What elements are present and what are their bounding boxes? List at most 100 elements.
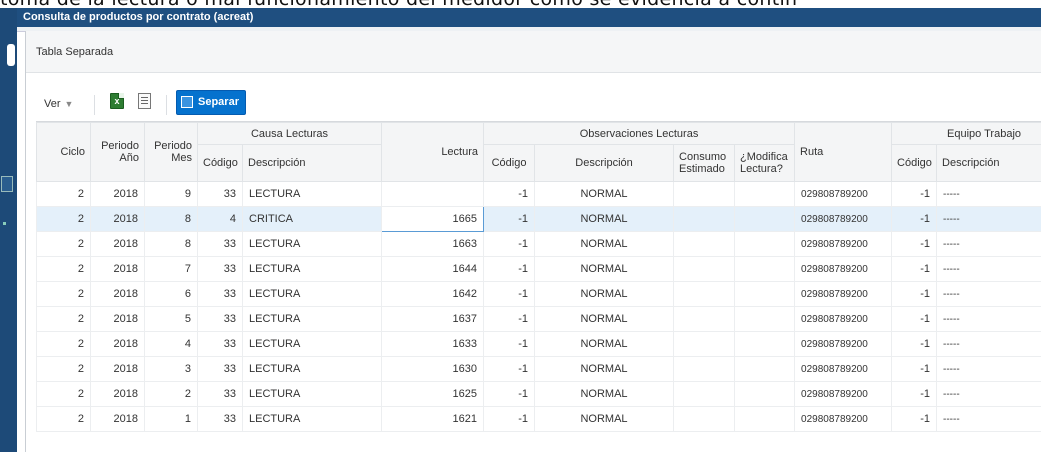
cell-equipo-descripcion[interactable]: ----- [937, 407, 1041, 432]
cell-causa-descripcion[interactable]: LECTURA [243, 307, 382, 332]
cell-equipo-codigo[interactable]: -1 [892, 182, 937, 207]
cell-periodo-anio[interactable]: 2018 [91, 407, 145, 432]
cell-periodo-anio[interactable]: 2018 [91, 282, 145, 307]
separar-button[interactable]: Separar [176, 90, 246, 115]
cell-modifica-lectura[interactable] [735, 182, 795, 207]
cell-obs-codigo[interactable]: -1 [484, 207, 535, 232]
cell-lectura[interactable]: 1663 [382, 232, 484, 257]
cell-equipo-descripcion[interactable]: ----- [937, 382, 1041, 407]
cell-lectura[interactable] [382, 182, 484, 207]
cell-consumo-estimado[interactable] [674, 257, 735, 282]
cell-ciclo[interactable]: 2 [37, 357, 91, 382]
cell-lectura[interactable]: 1633 [382, 332, 484, 357]
cell-obs-codigo[interactable]: -1 [484, 382, 535, 407]
cell-ruta[interactable]: 029808789200 [795, 282, 892, 307]
cell-consumo-estimado[interactable] [674, 232, 735, 257]
cell-modifica-lectura[interactable] [735, 307, 795, 332]
cell-consumo-estimado[interactable] [674, 282, 735, 307]
cell-lectura[interactable]: 1642 [382, 282, 484, 307]
cell-ciclo[interactable]: 2 [37, 232, 91, 257]
cell-modifica-lectura[interactable] [735, 407, 795, 432]
column-header-equipo-descripcion[interactable]: Descripción [937, 145, 1041, 182]
cell-periodo-anio[interactable]: 2018 [91, 357, 145, 382]
cell-equipo-descripcion[interactable]: ----- [937, 232, 1041, 257]
cell-obs-descripcion[interactable]: NORMAL [535, 382, 674, 407]
column-header-periodo-anio[interactable]: Periodo Año [91, 123, 145, 182]
cell-causa-codigo[interactable]: 33 [198, 332, 243, 357]
column-header-causa-codigo[interactable]: Código [198, 145, 243, 182]
cell-equipo-descripcion[interactable]: ----- [937, 257, 1041, 282]
cell-periodo-mes[interactable]: 3 [145, 357, 198, 382]
cell-causa-codigo[interactable]: 33 [198, 182, 243, 207]
cell-causa-descripcion[interactable]: CRITICA [243, 207, 382, 232]
cell-periodo-anio[interactable]: 2018 [91, 257, 145, 282]
cell-periodo-mes[interactable]: 8 [145, 207, 198, 232]
table-row[interactable]: 22018633LECTURA1642-1NORMAL029808789200-… [37, 282, 1041, 307]
column-header-obs-codigo[interactable]: Código [484, 145, 535, 182]
cell-ciclo[interactable]: 2 [37, 257, 91, 282]
cell-periodo-mes[interactable]: 7 [145, 257, 198, 282]
cell-periodo-mes[interactable]: 5 [145, 307, 198, 332]
cell-causa-descripcion[interactable]: LECTURA [243, 357, 382, 382]
cell-periodo-anio[interactable]: 2018 [91, 207, 145, 232]
cell-obs-descripcion[interactable]: NORMAL [535, 282, 674, 307]
cell-lectura[interactable]: 1625 [382, 382, 484, 407]
cell-ruta[interactable]: 029808789200 [795, 207, 892, 232]
cell-obs-descripcion[interactable]: NORMAL [535, 357, 674, 382]
table-row[interactable]: 22018933LECTURA-1NORMAL029808789200-1---… [37, 182, 1041, 207]
cell-ruta[interactable]: 029808789200 [795, 332, 892, 357]
cell-causa-descripcion[interactable]: LECTURA [243, 382, 382, 407]
cell-obs-codigo[interactable]: -1 [484, 182, 535, 207]
table-row[interactable]: 22018433LECTURA1633-1NORMAL029808789200-… [37, 332, 1041, 357]
cell-consumo-estimado[interactable] [674, 207, 735, 232]
table-row[interactable]: 22018733LECTURA1644-1NORMAL029808789200-… [37, 257, 1041, 282]
cell-periodo-mes[interactable]: 9 [145, 182, 198, 207]
cell-periodo-anio[interactable]: 2018 [91, 382, 145, 407]
cell-causa-descripcion[interactable]: LECTURA [243, 257, 382, 282]
table-row[interactable]: 22018833LECTURA1663-1NORMAL029808789200-… [37, 232, 1041, 257]
cell-equipo-descripcion[interactable]: ----- [937, 357, 1041, 382]
cell-ruta[interactable]: 029808789200 [795, 257, 892, 282]
cell-consumo-estimado[interactable] [674, 307, 735, 332]
cell-consumo-estimado[interactable] [674, 357, 735, 382]
cell-obs-codigo[interactable]: -1 [484, 257, 535, 282]
cell-ruta[interactable]: 029808789200 [795, 232, 892, 257]
cell-equipo-descripcion[interactable]: ----- [937, 282, 1041, 307]
table-row[interactable]: 2201884CRITICA1665-1NORMAL029808789200-1… [37, 207, 1041, 232]
cell-causa-codigo[interactable]: 4 [198, 207, 243, 232]
column-header-periodo-mes[interactable]: Periodo Mes [145, 123, 198, 182]
cell-ciclo[interactable]: 2 [37, 307, 91, 332]
cell-obs-codigo[interactable]: -1 [484, 282, 535, 307]
table-row[interactable]: 22018533LECTURA1637-1NORMAL029808789200-… [37, 307, 1041, 332]
cell-consumo-estimado[interactable] [674, 182, 735, 207]
cell-modifica-lectura[interactable] [735, 382, 795, 407]
cell-obs-descripcion[interactable]: NORMAL [535, 407, 674, 432]
cell-lectura[interactable]: 1665 [382, 207, 484, 232]
column-header-modifica-lectura[interactable]: ¿Modifica Lectura? [735, 145, 795, 182]
cell-equipo-codigo[interactable]: -1 [892, 382, 937, 407]
cell-equipo-codigo[interactable]: -1 [892, 357, 937, 382]
cell-equipo-descripcion[interactable]: ----- [937, 307, 1041, 332]
cell-consumo-estimado[interactable] [674, 332, 735, 357]
cell-ciclo[interactable]: 2 [37, 182, 91, 207]
cell-obs-descripcion[interactable]: NORMAL [535, 207, 674, 232]
cell-periodo-mes[interactable]: 4 [145, 332, 198, 357]
column-header-equipo-codigo[interactable]: Código [892, 145, 937, 182]
cell-lectura[interactable]: 1644 [382, 257, 484, 282]
cell-equipo-codigo[interactable]: -1 [892, 282, 937, 307]
cell-causa-codigo[interactable]: 33 [198, 232, 243, 257]
cell-modifica-lectura[interactable] [735, 332, 795, 357]
cell-periodo-mes[interactable]: 2 [145, 382, 198, 407]
cell-ruta[interactable]: 029808789200 [795, 357, 892, 382]
cell-equipo-descripcion[interactable]: ----- [937, 182, 1041, 207]
cell-ciclo[interactable]: 2 [37, 407, 91, 432]
cell-modifica-lectura[interactable] [735, 282, 795, 307]
cell-ciclo[interactable]: 2 [37, 382, 91, 407]
cell-ciclo[interactable]: 2 [37, 207, 91, 232]
cell-lectura[interactable]: 1637 [382, 307, 484, 332]
cell-periodo-mes[interactable]: 1 [145, 407, 198, 432]
column-header-obs-descripcion[interactable]: Descripción [535, 145, 674, 182]
cell-ciclo[interactable]: 2 [37, 282, 91, 307]
cell-obs-descripcion[interactable]: NORMAL [535, 257, 674, 282]
cell-causa-codigo[interactable]: 33 [198, 407, 243, 432]
